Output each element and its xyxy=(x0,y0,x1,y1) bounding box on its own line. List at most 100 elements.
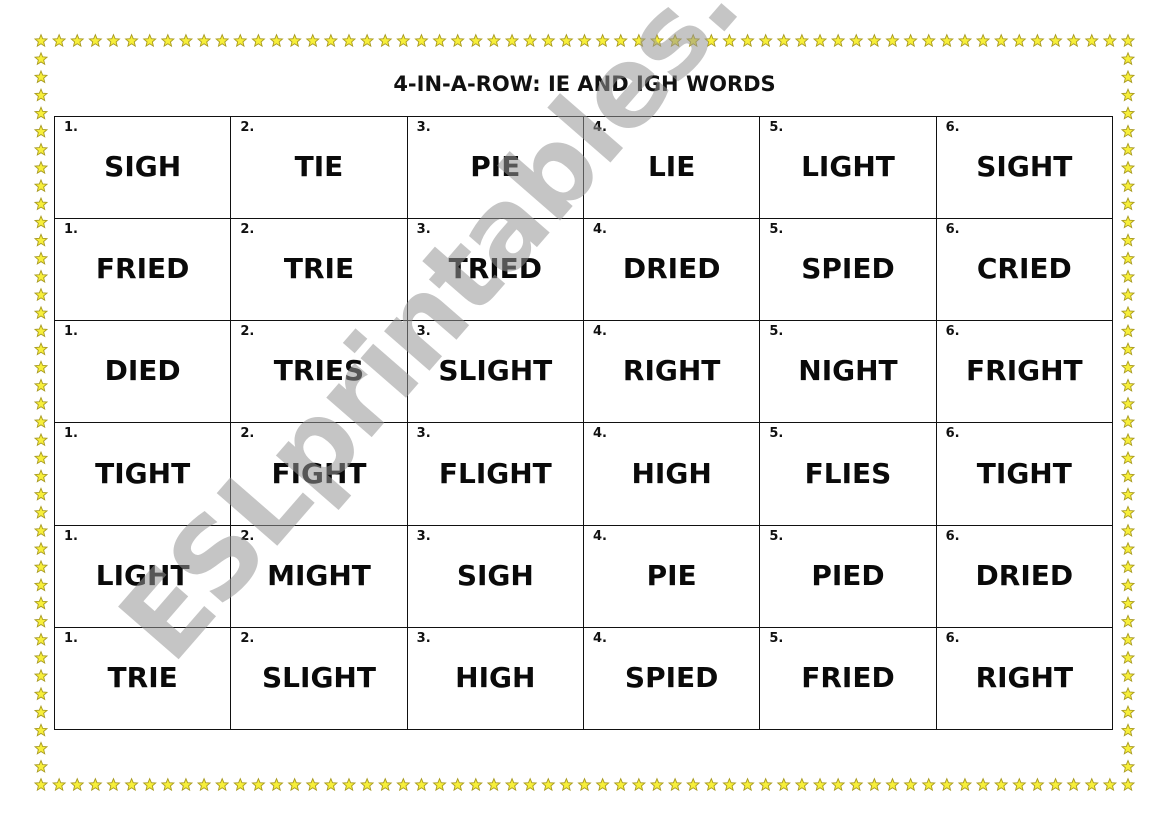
cell-word: LIGHT xyxy=(95,558,190,592)
star-icon xyxy=(957,777,973,792)
star-icon xyxy=(486,33,502,48)
board-cell[interactable]: 3. SIGH xyxy=(406,524,584,628)
star-icon xyxy=(414,33,429,48)
star-icon xyxy=(215,33,230,48)
star-icon xyxy=(1120,178,1136,193)
board-cell[interactable]: 6. TIGHT xyxy=(935,422,1114,526)
star-icon xyxy=(1120,33,1136,48)
board-cell[interactable]: 3. HIGH xyxy=(406,626,584,731)
board-cell[interactable]: 2. SLIGHT xyxy=(230,626,408,731)
cell-word: DRIED xyxy=(622,252,721,286)
star-icon xyxy=(595,33,610,48)
star-icon xyxy=(33,106,49,120)
star-icon xyxy=(577,777,592,792)
star-icon xyxy=(704,777,719,792)
star-icon xyxy=(33,723,49,737)
star-icon xyxy=(1120,342,1136,356)
board-cell[interactable]: 2. TRIE xyxy=(230,218,408,322)
star-icon xyxy=(33,396,49,410)
star-icon xyxy=(378,777,393,792)
board-cell[interactable]: 1. TIGHT xyxy=(53,422,232,526)
star-icon xyxy=(1102,777,1117,792)
board-cell[interactable]: 5. NIGHT xyxy=(759,320,937,424)
star-icon xyxy=(975,33,991,48)
star-icon xyxy=(903,33,918,48)
board-cell[interactable]: 2. MIGHT xyxy=(230,524,408,628)
star-icon xyxy=(722,33,737,48)
star-icon xyxy=(1120,487,1136,501)
star-icon xyxy=(776,33,791,48)
board-cell[interactable]: 4. PIE xyxy=(582,524,761,628)
board-cell[interactable]: 6. CRIED xyxy=(935,218,1114,322)
star-icon xyxy=(1120,741,1136,755)
board-cell[interactable]: 4. DRIED xyxy=(582,218,761,322)
board-cell[interactable]: 5. SPIED xyxy=(759,218,937,322)
star-icon xyxy=(740,777,755,792)
board-cell[interactable]: 4. LIE xyxy=(582,115,761,220)
board-cell[interactable]: 1. FRIED xyxy=(53,218,232,322)
board-cell[interactable]: 1. TRIE xyxy=(53,626,232,731)
board-cell[interactable]: 5. FRIED xyxy=(759,626,937,731)
star-icon xyxy=(450,33,465,48)
star-icon xyxy=(523,777,538,792)
star-icon xyxy=(215,777,230,792)
bingo-board: 1. SIGH 2. TIE 3. PIE 4. LIE 5. LIGHT 6. SIGHT 1. FRI… xyxy=(53,115,1114,731)
board-cell[interactable]: 4. HIGH xyxy=(582,422,761,526)
star-icon xyxy=(831,33,846,48)
star-icon xyxy=(33,414,49,429)
star-icon xyxy=(33,214,49,229)
star-icon xyxy=(1120,396,1136,410)
star-icon xyxy=(649,777,665,792)
star-icon xyxy=(52,777,67,792)
board-cell[interactable]: 6. RIGHT xyxy=(935,626,1114,731)
board-cell[interactable]: 6. DRIED xyxy=(935,524,1114,628)
star-icon xyxy=(812,33,828,48)
star-icon xyxy=(396,33,411,48)
board-cell[interactable]: 2. FIGHT xyxy=(230,422,408,526)
star-icon xyxy=(849,777,864,792)
board-cell[interactable]: 6. FRIGHT xyxy=(935,320,1114,424)
board-cell[interactable]: 3. FLIGHT xyxy=(406,422,584,526)
board-cell[interactable]: 1. SIGH xyxy=(53,115,232,220)
board-cell[interactable]: 4. SPIED xyxy=(582,626,761,731)
star-icon xyxy=(287,777,302,792)
star-icon xyxy=(160,777,175,792)
board-cell[interactable]: 3. TRIED xyxy=(406,218,584,322)
star-icon xyxy=(33,342,49,356)
star-icon xyxy=(740,33,755,48)
star-icon xyxy=(70,777,85,792)
board-cell[interactable]: 5. LIGHT xyxy=(759,115,937,220)
star-icon xyxy=(867,33,882,48)
board-cell[interactable]: 2. TIE xyxy=(230,115,408,220)
board-cell[interactable]: 6. SIGHT xyxy=(935,115,1114,220)
cell-word: LIE xyxy=(647,150,696,184)
star-icon xyxy=(1120,251,1136,265)
star-icon xyxy=(1120,505,1136,519)
worksheet-title: 4-IN-A-ROW: IE AND IGH WORDS xyxy=(393,72,776,96)
star-icon xyxy=(939,777,954,792)
star-icon xyxy=(885,777,900,792)
cell-word: TRIE xyxy=(107,660,178,694)
star-icon xyxy=(849,33,864,48)
star-icon xyxy=(305,777,320,792)
star-icon xyxy=(1120,686,1136,701)
board-cell[interactable]: 1. LIGHT xyxy=(53,524,232,628)
board-cell[interactable]: 2. TRIES xyxy=(230,320,408,424)
board-cell[interactable]: 5. FLIES xyxy=(759,422,937,526)
board-cell[interactable]: 4. RIGHT xyxy=(582,320,761,424)
star-icon xyxy=(1084,33,1099,48)
cell-word: HIGH xyxy=(631,456,712,490)
cell-word: MIGHT xyxy=(267,558,371,592)
star-icon xyxy=(450,777,465,792)
board-cell[interactable]: 1. DIED xyxy=(53,320,232,424)
star-icon xyxy=(33,650,49,665)
star-icon xyxy=(1120,287,1136,302)
star-icon xyxy=(33,233,49,247)
board-cell[interactable]: 3. SLIGHT xyxy=(406,320,584,424)
board-cell[interactable]: 3. PIE xyxy=(406,115,584,220)
star-icon xyxy=(33,142,49,156)
star-icon xyxy=(1030,33,1045,48)
star-icon xyxy=(432,33,447,48)
board-cell[interactable]: 5. PIED xyxy=(759,524,937,628)
star-icon xyxy=(1120,214,1136,229)
